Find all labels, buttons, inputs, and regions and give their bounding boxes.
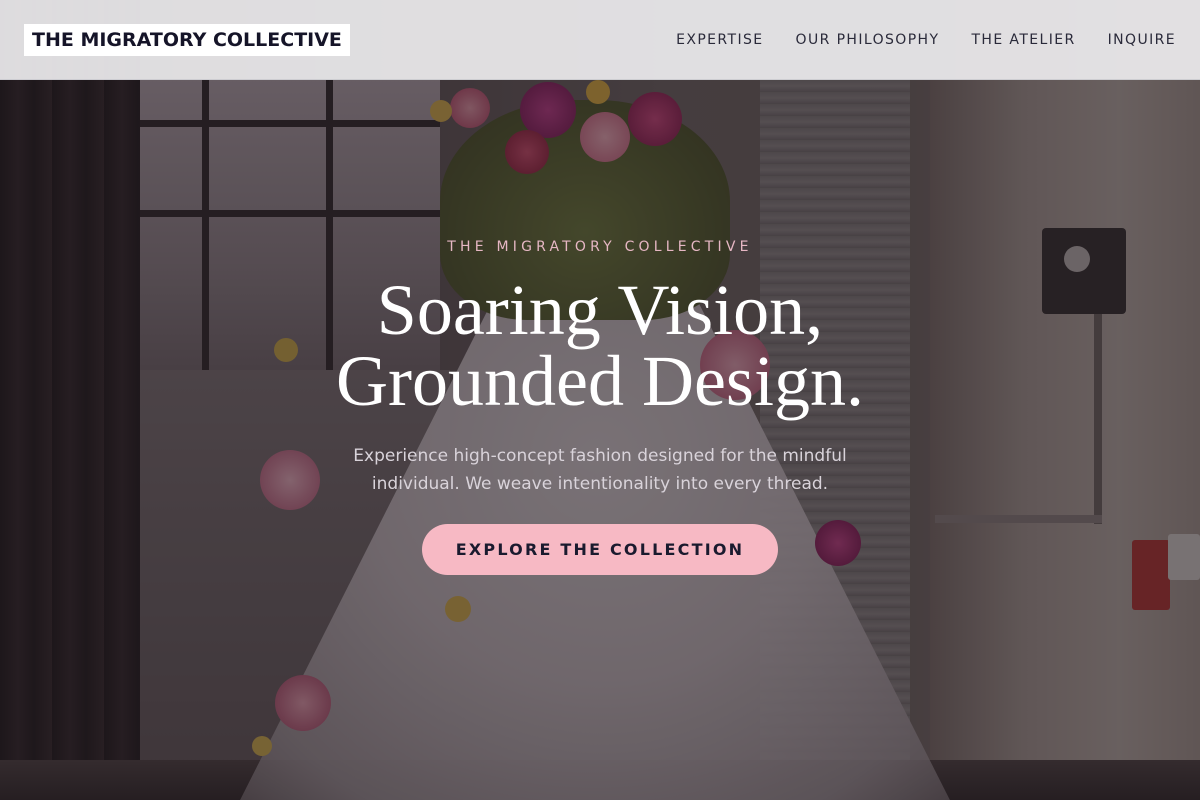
hero-eyebrow: THE MIGRATORY COLLECTIVE xyxy=(447,239,753,255)
hero-section: THE MIGRATORY COLLECTIVE Soaring Vision,… xyxy=(0,0,1200,800)
hero-headline: Soaring Vision, Grounded Design. xyxy=(0,270,1200,421)
hero-subtitle: Experience high-concept fashion designed… xyxy=(353,446,847,494)
explore-collection-button[interactable]: EXPLORE THE COLLECTION xyxy=(422,524,778,575)
headline-line-1: Soaring Vision, xyxy=(376,270,824,350)
headline-line-2: Grounded Design. xyxy=(336,341,864,421)
page: THE MIGRATORY COLLECTIVE EXPERTISE OUR P… xyxy=(0,0,1200,800)
